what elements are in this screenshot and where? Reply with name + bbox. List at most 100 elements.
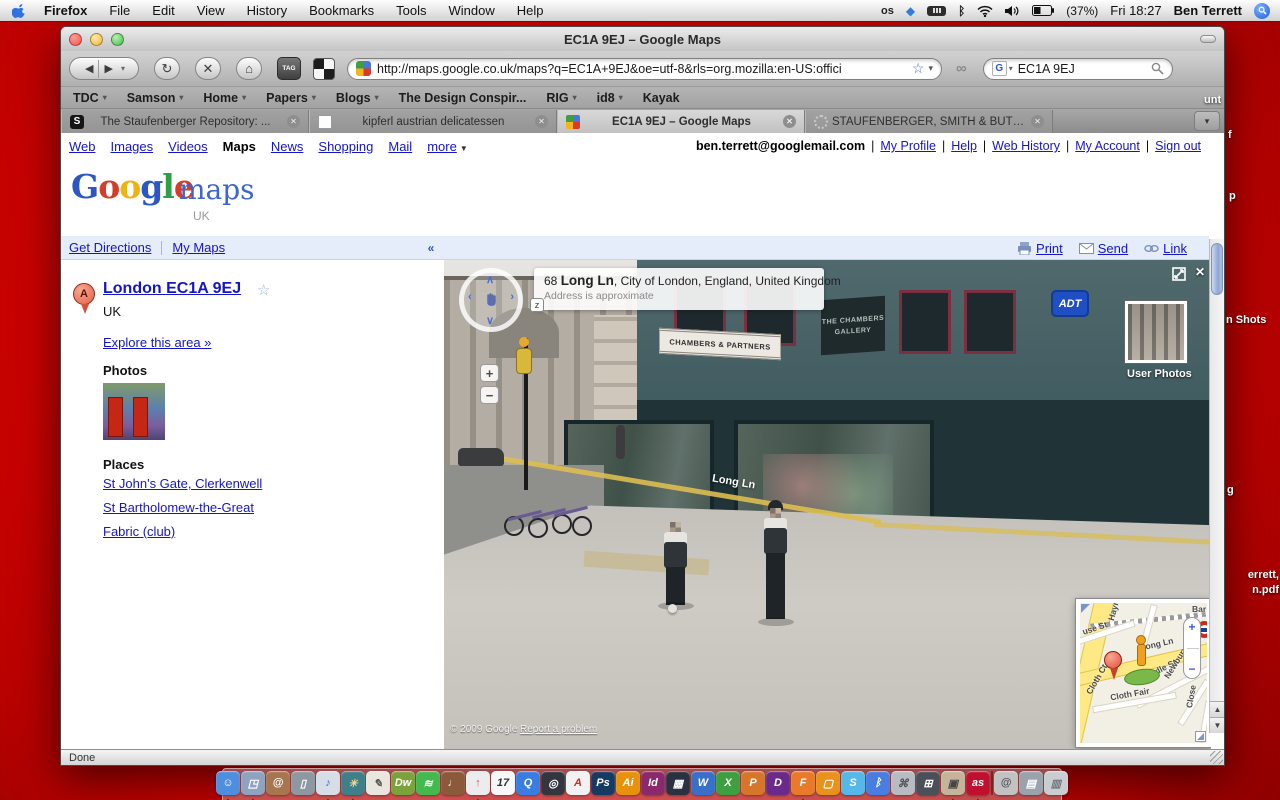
url-dropdown-icon[interactable]: ▾ [928,63,933,74]
get-directions-link[interactable]: Get Directions [69,240,151,255]
browser-tab[interactable]: S The Staufenberger Repository: ... [61,110,309,133]
menu-tools[interactable]: Tools [385,0,437,22]
link-button[interactable]: Link [1144,241,1187,256]
dock-icon-dreamweaver[interactable]: Dw [391,771,415,800]
dropbox-menu-icon[interactable]: ◆ [906,4,915,18]
wifi-icon[interactable] [977,5,993,17]
result-title-link[interactable]: London EC1A 9EJ [103,280,241,298]
delicious-icon[interactable] [313,58,335,80]
dock-icon-aperture[interactable]: ◎ [541,771,565,800]
close-streetview-icon[interactable]: ✕ [1195,265,1205,279]
desktop-icon-label[interactable]: g [1227,484,1234,496]
overview-map[interactable]: Baruse StHayneLong LnMiddle StNewbury St… [1076,599,1211,747]
toolbar-toggle-button[interactable] [1200,35,1216,43]
magnifier-icon[interactable] [1151,62,1164,75]
tab-close-icon[interactable] [535,115,548,128]
header-link[interactable]: Videos [168,139,208,154]
header-link[interactable]: more [427,139,468,154]
dock-icon-ical[interactable]: 17 [491,771,515,800]
photo-thumbnail[interactable] [103,383,165,440]
dock-icon-boxee[interactable]: ▢ [816,771,840,800]
pegman-icon[interactable] [1136,635,1144,665]
menu-view[interactable]: View [186,0,236,22]
home-button[interactable]: ⌂ [236,57,262,80]
dock-icon-calculator[interactable]: ⊞ [916,771,940,800]
dock-icon-excel[interactable]: X [716,771,740,800]
zoom-mode-button[interactable]: z [530,298,544,312]
menu-window[interactable]: Window [438,0,506,22]
bookmark-item[interactable]: Samson [127,91,184,105]
minimap-marker-pin[interactable] [1104,651,1122,669]
search-engine-dropdown-icon[interactable]: ▾ [1009,64,1013,73]
dock-icon-iphoto[interactable]: ☀ [341,771,365,800]
dock-icon-stamp[interactable]: @ [994,771,1018,800]
fast-user-switch[interactable]: Ben Terrett [1174,3,1242,18]
bookmark-item[interactable]: The Design Conspir... [399,91,527,105]
browser-tab[interactable]: STAUFENBERGER, SMITH & BUTTE [805,110,1053,133]
send-button[interactable]: Send [1079,241,1128,256]
dock-icon-powerpoint[interactable]: P [741,771,765,800]
minimap-collapse-icon[interactable] [1081,604,1090,613]
device-battery-icon[interactable] [927,6,946,16]
search-engine-icon[interactable]: G [992,61,1007,76]
minimap-zoom-control[interactable]: + − [1183,617,1201,679]
pan-down-icon[interactable]: ∨ [486,314,494,327]
dock-icon-idvd[interactable]: D [766,771,790,800]
resize-grip[interactable] [1210,751,1223,764]
scroll-down-arrow[interactable]: ▼ [1210,717,1224,733]
desktop-icon-label[interactable]: n Shots [1226,314,1266,326]
back-forward-buttons[interactable]: ◀ ▶ ▾ [69,57,139,80]
pan-up-icon[interactable]: ∧ [486,273,494,286]
bookmark-item[interactable]: RIG [546,91,576,105]
header-link[interactable]: News [271,139,304,154]
search-bar[interactable]: G ▾ EC1A 9EJ [983,58,1173,80]
url-text[interactable]: http://maps.google.co.uk/maps?q=EC1A+9EJ… [377,62,908,76]
scroll-up-arrow[interactable]: ▲ [1210,701,1224,717]
dock-icon-address-book[interactable]: @ [266,771,290,800]
dock-divider[interactable] [991,771,993,800]
pan-left-icon[interactable]: ‹ [468,291,472,303]
dock-icon-word[interactable]: W [691,771,715,800]
dock-icon-preview[interactable]: ◳ [241,771,265,800]
dock-icon-garageband[interactable]: ♩ [441,771,465,800]
header-link[interactable]: Shopping [318,139,373,154]
volume-icon[interactable] [1005,5,1020,17]
place-link[interactable]: Fabric (club) [103,524,262,539]
dock-icon-photoshop[interactable]: Ps [591,771,615,800]
reload-button[interactable]: ↻ [154,57,180,80]
header-link[interactable]: Web [69,139,96,154]
my-maps-link[interactable]: My Maps [172,240,225,255]
dock-icon-quicktime[interactable]: Q [516,771,540,800]
dock-icon-front-row[interactable]: ⌘ [891,771,915,800]
account-link[interactable]: Web History [977,139,1060,153]
scrollbar-thumb[interactable] [1211,243,1223,295]
dock-icon-acrobat[interactable]: A [566,771,590,800]
result-star-icon[interactable]: ☆ [257,281,270,299]
bookmark-item[interactable]: Kayak [643,91,680,105]
url-bar[interactable]: http://maps.google.co.uk/maps?q=EC1A+9EJ… [347,58,942,80]
place-link[interactable]: St John's Gate, Clerkenwell [103,476,262,491]
dock-icon-ipod[interactable]: ▯ [291,771,315,800]
header-link[interactable]: Maps [223,139,256,154]
user-photos-thumbnail[interactable] [1124,300,1188,364]
dock-icon-illustrator[interactable]: Ai [616,771,640,800]
menu-help[interactable]: Help [506,0,555,22]
pan-right-icon[interactable]: › [510,291,514,303]
bookmark-item[interactable]: id8 [597,91,623,105]
minimap-resize-icon[interactable] [1195,731,1206,742]
desktop-icon-label[interactable]: n.pdf [1252,584,1279,596]
search-bar-value[interactable]: EC1A 9EJ [1018,62,1151,76]
account-link[interactable]: Sign out [1140,139,1201,153]
bookmark-item[interactable]: TDC [73,91,107,105]
menu-firefox[interactable]: Firefox [33,0,98,22]
account-link[interactable]: Help [936,139,977,153]
pano-navigation-control[interactable]: ∧ ∨ ‹ › [459,268,523,332]
tag-button[interactable]: TAG [277,57,301,80]
header-link[interactable]: Mail [388,139,412,154]
collapse-sidebar-button[interactable]: « [423,239,439,256]
delicious-bundle-icon[interactable]: ∞ [956,60,967,77]
dock-icon-trash[interactable]: ▥ [1044,771,1068,800]
back-icon[interactable]: ◀ [80,62,98,75]
report-problem-link[interactable]: Report a problem [520,724,597,735]
desktop-icon-label[interactable]: errett, [1248,569,1279,581]
